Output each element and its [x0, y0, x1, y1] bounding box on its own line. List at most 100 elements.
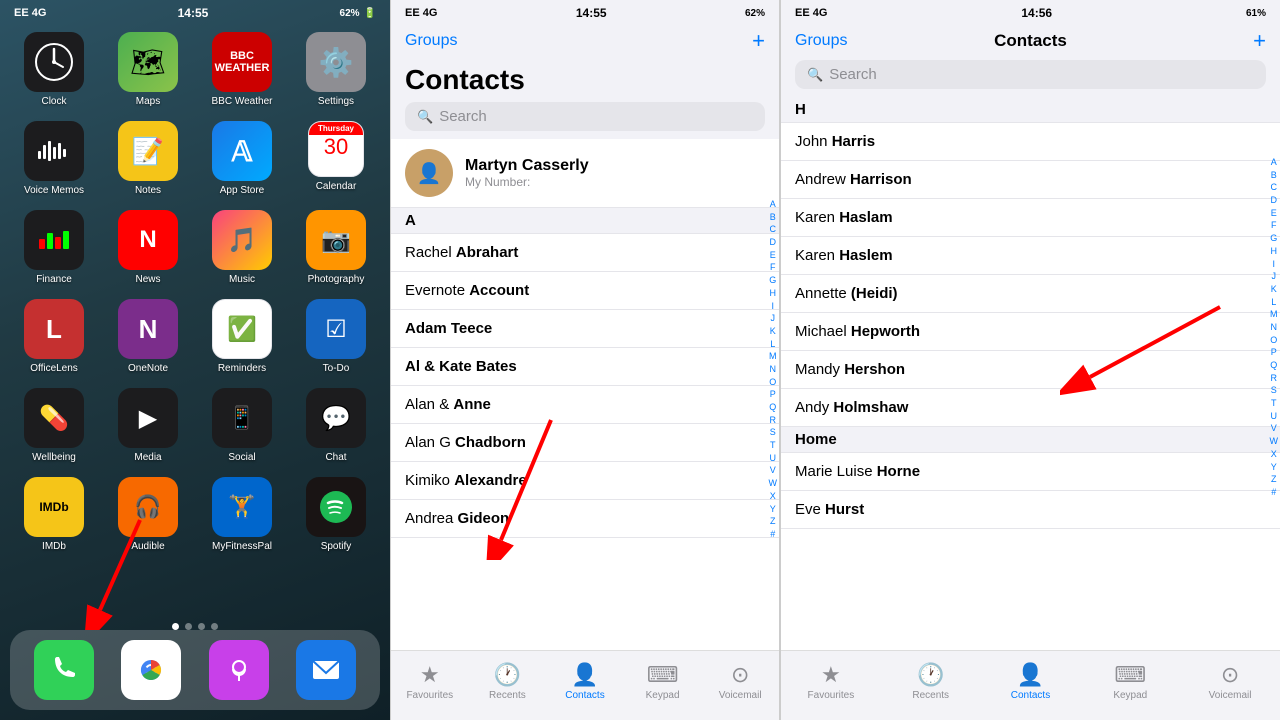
tab-voicemail-p3[interactable]: ⊙ Voicemail [1200, 662, 1260, 701]
alpha-index-p2[interactable]: ABC DEF GHI JKL MNO PQR STU VWX YZ# [769, 199, 778, 541]
contact-hepworth[interactable]: Michael Hepworth [781, 313, 1280, 351]
app-chat[interactable]: 💬 Chat [296, 388, 376, 463]
tab-voicemail-p2[interactable]: ⊙ Voicemail [710, 662, 770, 701]
app-finance[interactable]: Finance [14, 210, 94, 285]
app-social[interactable]: 📱 Social [202, 388, 282, 463]
groups-button[interactable]: Groups [405, 32, 457, 50]
app-voicememos[interactable]: Voice Memos [14, 121, 94, 196]
recents-icon-p2: 🕐 [494, 662, 521, 688]
contacts-nav: Groups + [391, 22, 779, 60]
app-myfitnesspal-label: MyFitnessPal [212, 541, 272, 552]
app-calendar[interactable]: Thursday 30 Calendar [296, 121, 376, 196]
contact-horne[interactable]: Marie Luise Horne [781, 453, 1280, 491]
page-indicator [0, 623, 390, 630]
carrier-p2: EE 4G [405, 7, 437, 19]
contact-anne[interactable]: Alan & Anne [391, 386, 779, 424]
app-audible[interactable]: 🎧 Audible [108, 477, 188, 552]
app-wellbeing[interactable]: 💊 Wellbeing [14, 388, 94, 463]
my-contact-row[interactable]: 👤 Martyn Casserly My Number: [391, 139, 779, 208]
tab-keypad-p2[interactable]: ⌨ Keypad [633, 662, 693, 701]
contact-abrahart[interactable]: Rachel Abrahart [391, 234, 779, 272]
app-officelens[interactable]: L OfficeLens [14, 299, 94, 374]
contact-harris[interactable]: John Harris [781, 123, 1280, 161]
tab-favourites-p3[interactable]: ★ Favourites [801, 662, 861, 701]
contact-haslam[interactable]: Karen Haslam [781, 199, 1280, 237]
contact-alexandre[interactable]: Kimiko Alexandre [391, 462, 779, 500]
app-onenote-label: OneNote [128, 363, 168, 374]
contact-harrison[interactable]: Andrew Harrison [781, 161, 1280, 199]
app-spotify-label: Spotify [321, 541, 352, 552]
dock-chrome[interactable] [121, 640, 181, 700]
contacts-list: 👤 Martyn Casserly My Number: A Rachel Ab… [391, 139, 779, 679]
tab-keypad-p3[interactable]: ⌨ Keypad [1100, 662, 1160, 701]
favourites-icon-p2: ★ [420, 662, 440, 688]
contact-teece[interactable]: Adam Teece [391, 310, 779, 348]
app-music[interactable]: 🎵 Music [202, 210, 282, 285]
app-photography-label: Photography [308, 274, 365, 285]
app-reminders[interactable]: ✅ Reminders [202, 299, 282, 374]
app-imdb[interactable]: IMDb IMDb [14, 477, 94, 552]
home-screen: EE 4G 14:55 62% 🔋 Clock 🗺 [0, 0, 390, 720]
contact-chadborn[interactable]: Alan G Chadborn [391, 424, 779, 462]
app-myfitnesspal[interactable]: 🏋 MyFitnessPal [202, 477, 282, 552]
app-bbc-label: BBC Weather [212, 96, 273, 107]
tab-contacts-p3[interactable]: 👤 Contacts [1000, 662, 1060, 701]
battery-icon-home: 🔋 [364, 8, 376, 19]
contacts2-search-bar[interactable]: 🔍 Search [795, 60, 1266, 89]
contact-account[interactable]: Evernote Account [391, 272, 779, 310]
alpha-index-p3[interactable]: A B C D E F G H I J K L M N O P Q R S T … [1270, 157, 1279, 499]
add-contact-button-p3[interactable]: + [1253, 28, 1266, 54]
tab-contacts-p2[interactable]: 👤 Contacts [555, 662, 615, 701]
battery-home: 62% [340, 8, 360, 19]
voicemail-icon-p3: ⊙ [1221, 662, 1239, 688]
recents-icon-p3: 🕐 [917, 662, 944, 688]
app-notes[interactable]: 📝 Notes [108, 121, 188, 196]
app-spotify[interactable]: Spotify [296, 477, 376, 552]
app-appstore[interactable]: 𝔸 App Store [202, 121, 282, 196]
app-reminders-label: Reminders [218, 363, 266, 374]
section-a: A [391, 208, 779, 234]
tab-recents-label-p2: Recents [489, 690, 526, 701]
dock-phone[interactable] [34, 640, 94, 700]
carrier-home: EE 4G [14, 7, 46, 19]
dock-mail[interactable] [296, 640, 356, 700]
tab-recents-p2[interactable]: 🕐 Recents [477, 662, 537, 701]
app-officelens-label: OfficeLens [30, 363, 78, 374]
contacts-search-bar[interactable]: 🔍 Search [405, 102, 765, 131]
contact-holmshaw[interactable]: Andy Holmshaw [781, 389, 1280, 427]
contacts-panel: EE 4G 14:55 62% Groups + Contacts 🔍 Sear… [390, 0, 780, 720]
my-contact-name: Martyn Casserly [465, 157, 589, 175]
contacts2-nav: Groups Contacts + [781, 22, 1280, 60]
app-todo[interactable]: ☑ To-Do [296, 299, 376, 374]
app-onenote[interactable]: N OneNote [108, 299, 188, 374]
tab-favourites-p2[interactable]: ★ Favourites [400, 662, 460, 701]
app-maps[interactable]: 🗺 Maps [108, 32, 188, 107]
search-placeholder-p3: Search [829, 66, 877, 83]
tab-bar-p3: ★ Favourites 🕐 Recents 👤 Contacts ⌨ Keyp… [781, 650, 1280, 720]
battery-p3: 61% [1246, 8, 1266, 19]
app-clock[interactable]: Clock [14, 32, 94, 107]
contact-bates[interactable]: Al & Kate Bates [391, 348, 779, 386]
contact-hershon[interactable]: Mandy Hershon [781, 351, 1280, 389]
contact-haslem[interactable]: Karen Haslem [781, 237, 1280, 275]
app-grid: Clock 🗺 Maps BBCWEATHER BBC Weather ⚙️ S… [0, 22, 390, 562]
tab-recents-p3[interactable]: 🕐 Recents [901, 662, 961, 701]
tab-recents-label-p3: Recents [912, 690, 949, 701]
contacts-h-panel: EE 4G 14:56 61% Groups Contacts + 🔍 Sear… [780, 0, 1280, 720]
dock-podcast[interactable] [209, 640, 269, 700]
groups-button-p3[interactable]: Groups [795, 32, 847, 50]
app-appstore-label: App Store [220, 185, 264, 196]
app-bbc[interactable]: BBCWEATHER BBC Weather [202, 32, 282, 107]
app-news[interactable]: N News [108, 210, 188, 285]
add-contact-button[interactable]: + [752, 28, 765, 54]
app-photography[interactable]: 📷 Photography [296, 210, 376, 285]
app-settings[interactable]: ⚙️ Settings [296, 32, 376, 107]
contact-heidi[interactable]: Annette (Heidi) [781, 275, 1280, 313]
keypad-icon-p3: ⌨ [1114, 662, 1146, 688]
contact-gideon[interactable]: Andrea Gideon [391, 500, 779, 538]
contact-hurst[interactable]: Eve Hurst [781, 491, 1280, 529]
app-media[interactable]: ▶ Media [108, 388, 188, 463]
tab-keypad-label-p2: Keypad [646, 690, 680, 701]
contacts-icon-p2: 👤 [571, 662, 598, 688]
app-calendar-label: Calendar [316, 181, 357, 192]
